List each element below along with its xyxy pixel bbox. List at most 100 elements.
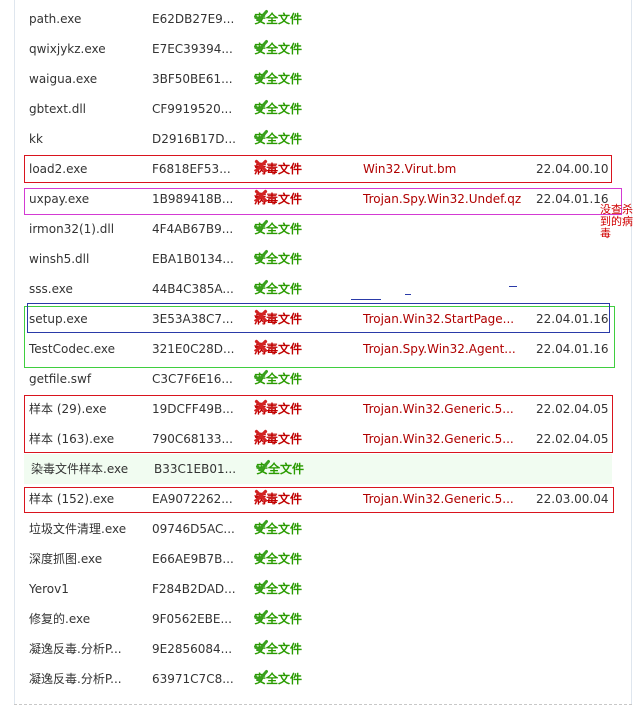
file-name: qwixjykz.exe [29,42,106,56]
scan-status: 安全文件 [254,544,302,574]
green-check-icon [254,64,268,82]
file-name: Yerov1 [29,582,69,596]
green-check-icon [254,244,268,262]
list-item: 垃圾文件清理.exe 09746D5AC... 安全文件 [22,514,612,544]
green-check-icon [254,34,268,52]
list-item: 样本 (163).exe 790C68133... 病毒文件 Trojan.Win32… [22,424,612,454]
list-item: 凝逸反毒.分析P... 63971C7C8... 安全文件 [22,664,612,694]
scan-status: 病毒文件 [254,154,302,184]
file-name: TestCodec.exe [29,342,116,356]
list-item: 样本 (152).exe EA9072262... 病毒文件 Trojan.Win32… [22,484,612,514]
virus-db-date: 22.04.01.16 [536,192,609,206]
file-hash: D2916B17D... [152,132,236,146]
scan-status: 安全文件 [254,94,302,124]
list-item: getfile.swf C3C7F6E16... 安全文件 [22,364,612,394]
scan-status: 安全文件 [254,574,302,604]
file-hash: F6818EF53... [152,162,231,176]
blue-underline-mark [351,299,381,300]
blue-underline-mark [509,286,517,287]
scan-status: 病毒文件 [254,394,302,424]
list-item: uxpay.exe 1B989418B... 病毒文件 Trojan.Spy.Win3… [22,184,612,214]
list-item: load2.exe F6818EF53... 病毒文件 Win32.Virut.bm 2… [22,154,612,184]
scan-status: 安全文件 [254,664,302,694]
file-name: sss.exe [29,282,73,296]
scan-status: 安全文件 [254,604,302,634]
virus-name: Trojan.Win32.Generic.5... [363,402,514,416]
green-check-icon [256,454,270,472]
scan-status: 病毒文件 [254,334,302,364]
scan-status: 安全文件 [254,124,302,154]
file-name: 凝逸反毒.分析P... [29,672,122,686]
virus-db-date: 22.02.04.05 [536,432,609,446]
scan-status: 安全文件 [254,34,302,64]
file-name: 凝逸反毒.分析P... [29,642,122,656]
file-name: getfile.swf [29,372,92,386]
list-item: irmon32(1).dll 4F4AB67B9... 安全文件 [22,214,612,244]
red-x-icon [254,424,268,443]
green-check-icon [254,124,268,142]
file-name: path.exe [29,12,82,26]
file-hash: E62DB27E9... [152,12,235,26]
scan-status: 病毒文件 [254,184,302,214]
file-name: 样本 (29).exe [29,402,107,416]
file-name: 垃圾文件清理.exe [29,522,127,536]
file-name: 样本 (163).exe [29,432,115,446]
red-x-icon [254,184,268,203]
virus-db-date: 22.04.01.16 [536,342,609,356]
file-hash: F284B2DAD... [152,582,236,596]
scan-status: 安全文件 [256,454,304,484]
file-hash: 63971C7C8... [152,672,234,686]
file-hash: 09746D5AC... [152,522,235,536]
virus-name: Trojan.Spy.Win32.Agent... [363,342,516,356]
list-item: kk D2916B17D... 安全文件 [22,124,612,154]
green-check-icon [254,514,268,532]
scan-status: 安全文件 [254,634,302,664]
green-check-icon [254,634,268,652]
virus-name: Trojan.Win32.Generic.5... [363,432,514,446]
list-item: 染毒文件样本.exe B33C1EB01... 安全文件 [24,454,612,484]
file-name: 染毒文件样本.exe [31,462,129,476]
list-item: Yerov1 F284B2DAD... 安全文件 [22,574,612,604]
scan-status: 安全文件 [254,274,302,304]
green-check-icon [254,94,268,112]
list-item: path.exe E62DB27E9... 安全文件 [22,4,612,34]
file-hash: 19DCFF49B... [152,402,234,416]
virus-db-date: 22.04.01.16 [536,312,609,326]
file-name: gbtext.dll [29,102,87,116]
scan-status: 安全文件 [254,64,302,94]
green-check-icon [254,574,268,592]
green-check-icon [254,214,268,232]
file-hash: E66AE9B7B... [152,552,234,566]
scan-status: 病毒文件 [254,304,302,334]
file-hash: CF9919520... [152,102,233,116]
green-check-icon [254,664,268,682]
panel-right-border [631,0,632,704]
red-x-icon [254,484,268,503]
scan-status: 安全文件 [254,4,302,34]
file-name: uxpay.exe [29,192,90,206]
file-hash: B33C1EB01... [154,462,237,476]
list-item: setup.exe 3E53A38C7... 病毒文件 Trojan.Win32.St… [22,304,612,334]
scan-status: 安全文件 [254,514,302,544]
file-hash: EBA1B0134... [152,252,234,266]
red-x-icon [254,394,268,413]
file-name: waigua.exe [29,72,98,86]
list-item: TestCodec.exe 321E0C28D... 病毒文件 Trojan.Spy.… [22,334,612,364]
file-hash: 4F4AB67B9... [152,222,234,236]
file-name: load2.exe [29,162,88,176]
file-hash: 9F0562EBE... [152,612,232,626]
virus-name: Trojan.Spy.Win32.Undef.qz [363,192,522,206]
file-hash: 1B989418B... [152,192,234,206]
file-hash: E7EC39394... [152,42,233,56]
list-item: 修复的.exe 9F0562EBE... 安全文件 [22,604,612,634]
scan-status: 安全文件 [254,244,302,274]
file-hash: 3BF50BE61... [152,72,233,86]
green-check-icon [254,544,268,562]
file-hash: 9E2856084... [152,642,233,656]
list-item: 凝逸反毒.分析P... 9E2856084... 安全文件 [22,634,612,664]
panel-bottom-border [14,704,632,705]
virus-db-date: 22.03.00.04 [536,492,609,506]
file-name: 修复的.exe [29,612,91,626]
scan-status: 安全文件 [254,214,302,244]
scan-status: 病毒文件 [254,424,302,454]
